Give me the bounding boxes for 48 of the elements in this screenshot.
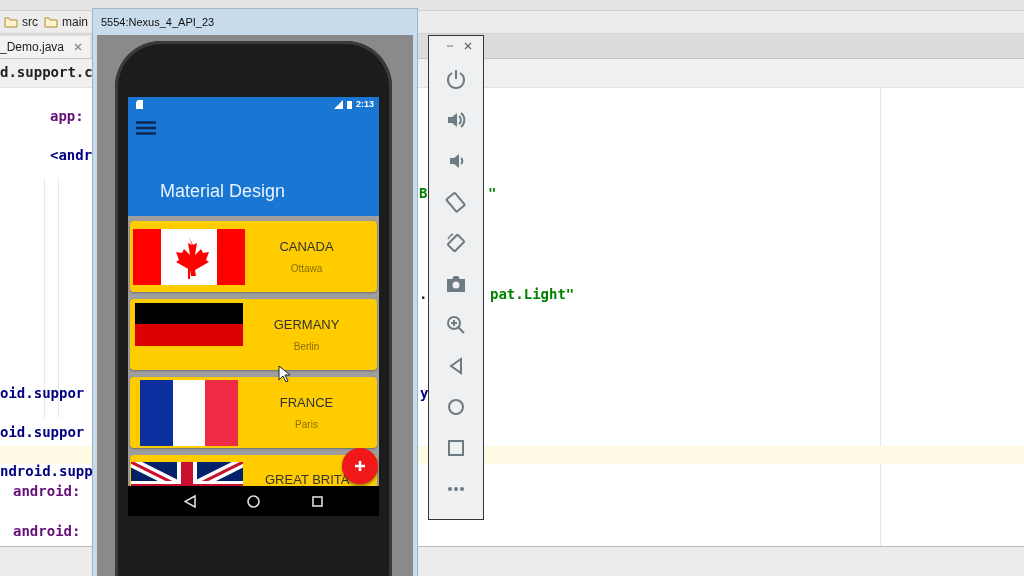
- sd-card-icon: [136, 99, 143, 109]
- folder-icon: [44, 16, 58, 28]
- breadcrumb-item[interactable]: main: [62, 15, 88, 29]
- country-name: GREAT BRITA: [265, 472, 350, 486]
- rotate-left-icon[interactable]: [445, 191, 467, 213]
- country-card[interactable]: FRANCE Paris: [130, 377, 377, 448]
- app-title: Material Design: [160, 181, 287, 202]
- code-text: android:: [13, 522, 81, 541]
- code-text: oid.suppor: [0, 423, 85, 442]
- country-name: FRANCE: [279, 395, 334, 410]
- breadcrumb-item[interactable]: src: [22, 15, 38, 29]
- overview-icon[interactable]: [312, 495, 324, 507]
- folder-icon: [4, 16, 18, 28]
- editor-tab[interactable]: _Demo.java: [0, 36, 91, 58]
- code-text: pat.Light": [490, 285, 575, 304]
- code-text: oid.suppor: [0, 384, 85, 403]
- country-card[interactable]: CANADA Ottawa: [130, 221, 377, 292]
- capital-name: Ottawa: [290, 263, 323, 274]
- status-time: 2:13: [356, 99, 374, 109]
- code-text: .: [419, 285, 428, 304]
- code-text: ": [488, 184, 497, 203]
- country-name: GERMANY: [273, 317, 340, 332]
- code-text: y: [420, 384, 429, 403]
- plus-icon: [354, 460, 366, 472]
- cursor-icon: [278, 365, 290, 383]
- code-text: android:: [13, 482, 81, 501]
- capital-name: Berlin: [293, 341, 320, 352]
- capital-name: Paris: [295, 419, 318, 430]
- camera-icon[interactable]: [445, 273, 467, 295]
- code-text: d.support.c: [0, 63, 93, 82]
- rotate-right-icon[interactable]: [445, 232, 467, 254]
- battery-icon: [347, 99, 352, 109]
- volume-up-icon[interactable]: [445, 109, 467, 131]
- code-text: B: [419, 184, 428, 203]
- zoom-in-icon[interactable]: [445, 314, 467, 336]
- menu-icon[interactable]: [136, 121, 156, 135]
- code-text: ndroid.supp: [0, 462, 93, 481]
- country-card[interactable]: GERMANY Berlin: [130, 299, 377, 370]
- country-name: CANADA: [279, 239, 334, 254]
- close-icon[interactable]: [74, 43, 83, 51]
- power-icon[interactable]: [445, 68, 467, 90]
- back-icon[interactable]: [183, 494, 196, 508]
- signal-icon: [334, 99, 343, 109]
- close-icon[interactable]: [464, 42, 472, 50]
- code-text: app:: [50, 107, 84, 126]
- home-icon[interactable]: [247, 494, 261, 508]
- code-text: <andr: [50, 146, 93, 165]
- window-title: 5554:Nexus_4_API_23: [101, 16, 215, 28]
